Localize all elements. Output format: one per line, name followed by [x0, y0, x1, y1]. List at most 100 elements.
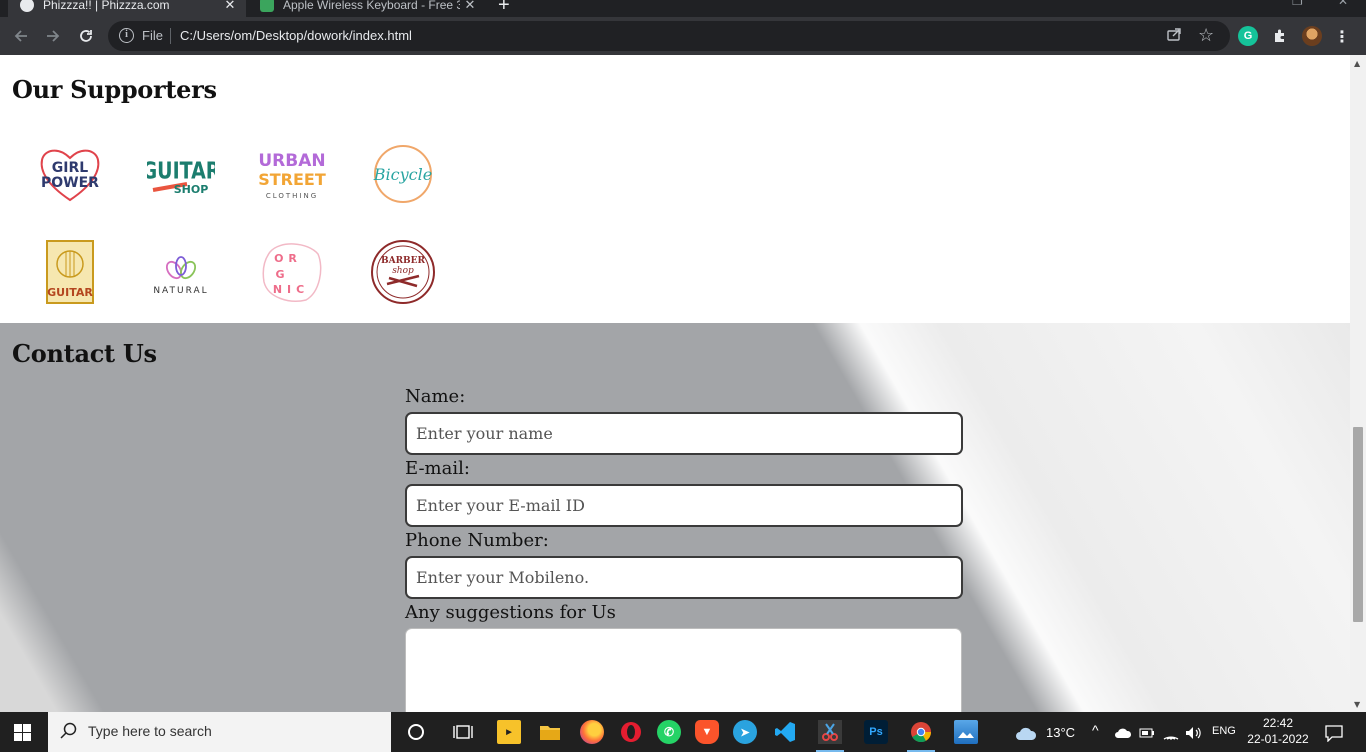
- wifi-icon[interactable]: [1161, 721, 1181, 745]
- logo-text: NIC: [273, 283, 309, 296]
- task-view-icon[interactable]: [451, 720, 475, 744]
- onedrive-cloud-icon[interactable]: [1113, 721, 1133, 745]
- back-button[interactable]: [10, 25, 32, 47]
- scroll-thumb[interactable]: [1353, 427, 1363, 622]
- search-icon: [60, 722, 77, 739]
- firefox-icon[interactable]: [580, 720, 604, 744]
- clock-date: 22-01-2022: [1247, 732, 1309, 746]
- tab-title: Phizzza!! | Phizzza.com: [43, 0, 170, 12]
- bicycle-logo: Bicycle: [369, 140, 437, 208]
- forward-arrow-icon: [47, 30, 60, 42]
- close-tab-icon[interactable]: ✕: [220, 0, 240, 13]
- media-player-app-icon[interactable]: ▶: [497, 720, 521, 744]
- logo-text: POWER: [41, 175, 99, 191]
- logo-text: URBAN: [258, 151, 325, 171]
- weather-temperature[interactable]: 13°C: [1046, 725, 1075, 740]
- cortana-icon[interactable]: [404, 720, 428, 744]
- brave-browser-icon[interactable]: ▼: [695, 720, 719, 744]
- guitar-shop-logo: GUITAR SHOP: [147, 140, 215, 208]
- urban-street-logo: URBAN STREET CLOTHING: [258, 140, 326, 208]
- scheme-label: File: [142, 28, 163, 43]
- contact-heading: Contact Us: [12, 339, 157, 368]
- search-placeholder: Type here to search: [88, 723, 212, 739]
- close-window-icon[interactable]: ✕: [1338, 0, 1348, 8]
- email-input[interactable]: [405, 484, 963, 527]
- name-label: Name:: [405, 386, 466, 407]
- whatsapp-icon[interactable]: ✆: [657, 720, 681, 744]
- natural-logo: NATURAL: [147, 238, 215, 306]
- suggestions-label: Any suggestions for Us: [405, 602, 616, 623]
- back-arrow-icon: [14, 30, 27, 42]
- new-tab-button[interactable]: +: [498, 0, 510, 17]
- battery-icon[interactable]: [1138, 721, 1156, 745]
- logo-text: STREET: [258, 170, 326, 189]
- guitar-badge-logo: GUITAR: [36, 238, 104, 306]
- vscode-icon[interactable]: [773, 720, 797, 744]
- photoshop-icon[interactable]: Ps: [864, 720, 888, 744]
- address-divider: [170, 28, 171, 44]
- file-explorer-icon[interactable]: [538, 720, 562, 744]
- windows-start-button[interactable]: [14, 724, 31, 741]
- system-clock[interactable]: 22:42 22-01-2022: [1242, 715, 1314, 747]
- tab-title: Apple Wireless Keyboard - Free 3: [283, 0, 460, 12]
- chrome-icon[interactable]: [907, 720, 935, 752]
- reload-icon: [80, 30, 92, 42]
- logo-text: G: [275, 268, 284, 281]
- girl-power-logo: GIRL POWER: [36, 140, 104, 208]
- snipping-tool-icon[interactable]: [816, 720, 844, 752]
- phone-label: Phone Number:: [405, 530, 549, 551]
- address-bar[interactable]: i File C:/Users/om/Desktop/dowork/index.…: [108, 21, 1230, 51]
- site-favicon-icon: [260, 0, 274, 12]
- notifications-icon[interactable]: [1322, 721, 1346, 745]
- globe-icon: [20, 0, 34, 12]
- volume-speaker-icon[interactable]: [1184, 721, 1204, 745]
- show-hidden-icons-chevron-icon[interactable]: ^: [1092, 722, 1099, 738]
- logo-text: Bicycle: [373, 165, 432, 184]
- clock-time: 22:42: [1262, 716, 1294, 730]
- bookmark-star-icon[interactable]: ☆: [1198, 25, 1214, 46]
- url-text[interactable]: C:/Users/om/Desktop/dowork/index.html: [180, 28, 412, 43]
- logo-text: CLOTHING: [266, 192, 318, 200]
- weather-cloud-icon[interactable]: [1014, 721, 1038, 745]
- windows-logo-icon: [14, 724, 31, 741]
- profile-avatar[interactable]: [1302, 26, 1322, 46]
- close-tab-icon[interactable]: ✕: [460, 0, 480, 13]
- opera-icon[interactable]: [619, 720, 643, 744]
- organic-logo: OR G NIC: [258, 238, 326, 306]
- scroll-down-arrow-icon[interactable]: ▼: [1354, 700, 1360, 709]
- contact-section: Contact Us Name: E-mail: Phone Number: A…: [0, 323, 1350, 712]
- logo-text: GUITAR: [47, 286, 93, 299]
- reload-button[interactable]: [75, 25, 97, 47]
- page-viewport: Our Supporters GIRL POWER GUITAR SHOP UR…: [0, 55, 1350, 712]
- restore-window-icon[interactable]: ❐: [1292, 0, 1303, 8]
- tab-apple-keyboard[interactable]: Apple Wireless Keyboard - Free 3 ✕: [250, 0, 486, 17]
- name-input[interactable]: [405, 412, 963, 455]
- logo-text: GIRL: [52, 160, 88, 176]
- page-scrollbar[interactable]: ▲ ▼: [1350, 55, 1366, 712]
- logo-text: shop: [392, 266, 414, 276]
- email-label: E-mail:: [405, 458, 470, 479]
- photos-app-icon[interactable]: [954, 720, 978, 744]
- windows-taskbar: Type here to search ▶ ✆ ▼ ➤ Ps 13°C ^ EN…: [0, 712, 1366, 752]
- logo-text: BARBER: [381, 256, 426, 266]
- tab-phizzza[interactable]: Phizzza!! | Phizzza.com ✕: [8, 0, 246, 17]
- more-menu-icon[interactable]: ⋮: [1332, 26, 1352, 46]
- forward-button[interactable]: [42, 25, 64, 47]
- taskbar-search-box[interactable]: Type here to search: [48, 712, 391, 752]
- supporters-heading: Our Supporters: [12, 75, 217, 104]
- share-icon[interactable]: [1166, 26, 1182, 46]
- grammarly-extension-icon[interactable]: G: [1238, 26, 1258, 46]
- logo-text: GUITAR: [147, 158, 215, 184]
- logo-text: NATURAL: [153, 286, 208, 296]
- info-icon[interactable]: i: [119, 28, 134, 43]
- scroll-up-arrow-icon[interactable]: ▲: [1354, 59, 1360, 68]
- logo-text: OR: [274, 252, 302, 265]
- telegram-icon[interactable]: ➤: [733, 720, 757, 744]
- extensions-puzzle-icon[interactable]: [1270, 26, 1290, 46]
- browser-toolbar: i File C:/Users/om/Desktop/dowork/index.…: [0, 17, 1366, 55]
- suggestions-textarea[interactable]: [405, 628, 962, 712]
- barber-shop-logo: BARBER shop: [369, 238, 437, 306]
- input-language[interactable]: ENG: [1212, 725, 1236, 737]
- phone-input[interactable]: [405, 556, 963, 599]
- logo-text: SHOP: [174, 183, 209, 196]
